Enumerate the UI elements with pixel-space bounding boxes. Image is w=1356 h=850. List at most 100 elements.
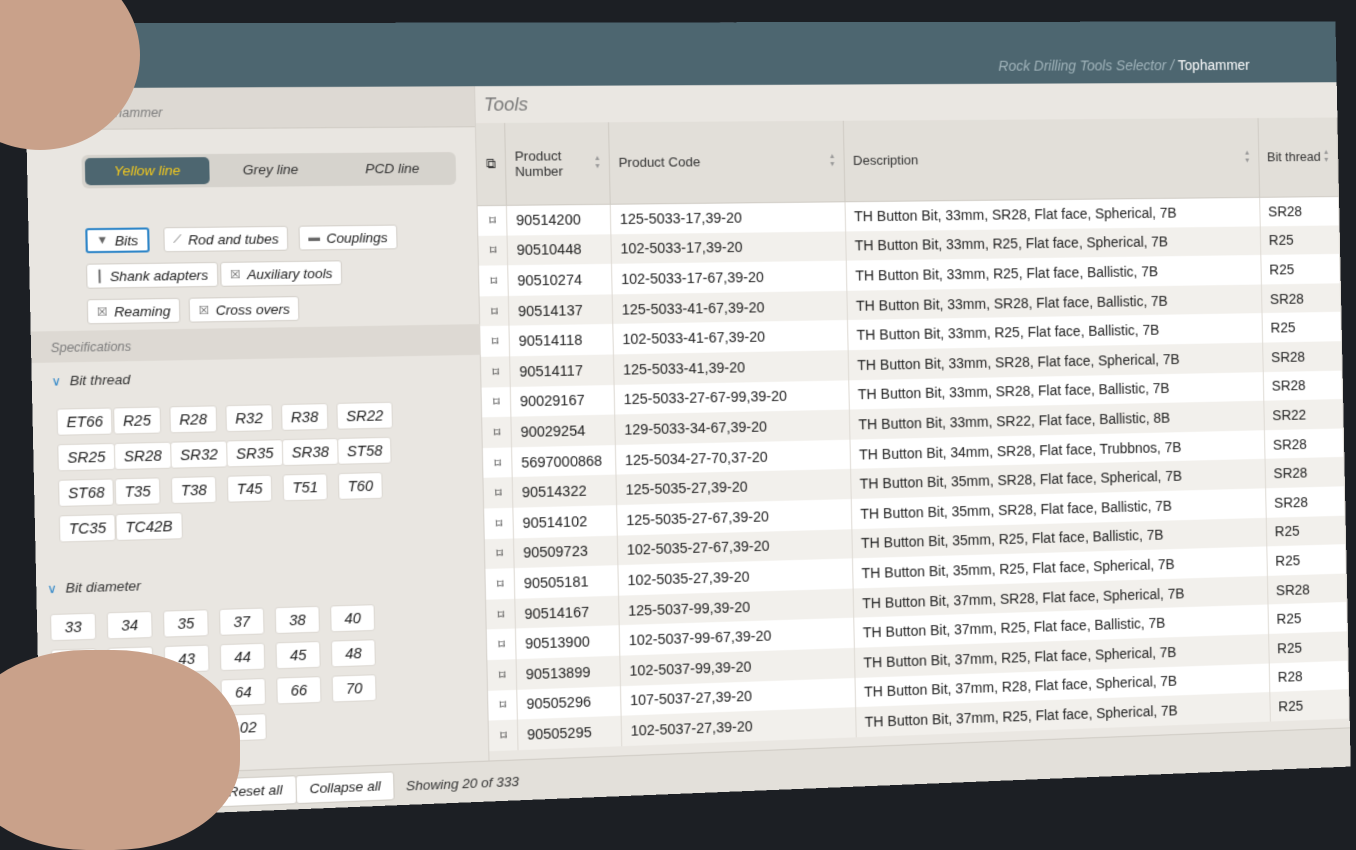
product-number-cell: 90514137: [508, 294, 614, 327]
bit-thread-chip[interactable]: SR22: [336, 401, 394, 430]
category-reaming[interactable]: ☒ Reaming: [86, 297, 181, 325]
col-bit-thread[interactable]: Bit thread ▲ ▼: [1258, 117, 1339, 197]
category-label: Reaming: [113, 302, 171, 320]
category-bits[interactable]: ▼ Bits: [85, 227, 150, 254]
bookmark-icon[interactable]: ⌑: [483, 477, 514, 509]
bookmark-icon[interactable]: ⌑: [478, 235, 509, 266]
bit-thread-cell: R25: [1266, 544, 1347, 576]
product-code-cell: 125-5033-17,39-20: [610, 201, 846, 234]
bit-thread-chip[interactable]: T51: [282, 473, 328, 502]
line-yellow-button[interactable]: Yellow line: [84, 157, 210, 186]
table-header-row: ⧉ Product Number ▲ ▼ Product Code ▲ ▼ Descri…: [475, 117, 1339, 206]
bookmark-icon[interactable]: ⌑: [484, 537, 515, 570]
bit-thread-cell: R25: [1268, 602, 1348, 634]
bookmark-all-icon[interactable]: ⧉: [475, 122, 507, 206]
bookmark-icon[interactable]: ⌑: [486, 628, 517, 661]
bookmark-icon[interactable]: ⌑: [488, 689, 518, 721]
bit-thread-chip[interactable]: R25: [113, 406, 161, 435]
bit-diameter-chip[interactable]: 70: [331, 674, 377, 703]
bit-thread-group-toggle[interactable]: ∨ Bit thread: [51, 372, 130, 389]
bit-diameter-chip[interactable]: 44: [219, 642, 266, 672]
bit-thread-chip[interactable]: ST68: [57, 478, 115, 507]
category-rod-and-tubes[interactable]: ⟋ Rod and tubes: [163, 225, 289, 253]
category-cross-overs[interactable]: ☒ Cross overs: [188, 296, 300, 323]
col-product-code[interactable]: Product Code ▲ ▼: [608, 120, 846, 204]
product-number-cell: 90513900: [515, 625, 621, 660]
bookmark-icon[interactable]: ⌑: [480, 326, 511, 357]
category-auxiliary-tools[interactable]: ☒ Auxiliary tools: [220, 260, 343, 287]
bit-diameter-chip[interactable]: 66: [276, 676, 322, 705]
bookmark-icon[interactable]: ⌑: [482, 416, 513, 448]
bit-thread-chip[interactable]: SR38: [281, 437, 339, 467]
bit-thread-cell: R25: [1268, 631, 1349, 664]
bookmark-icon[interactable]: ⌑: [482, 447, 513, 479]
bookmark-icon[interactable]: ⌑: [485, 568, 516, 600]
line-pcd-button[interactable]: PCD line: [331, 155, 453, 183]
bit-thread-chip[interactable]: SR35: [226, 439, 284, 468]
bit-thread-chip[interactable]: T35: [114, 477, 161, 506]
bookmark-icon[interactable]: ⌑: [480, 356, 511, 388]
category-couplings[interactable]: ▬ Couplings: [298, 224, 398, 251]
tools-table: ⧉ Product Number ▲ ▼ Product Code ▲ ▼ Descri…: [475, 117, 1350, 751]
bookmark-icon[interactable]: ⌑: [478, 265, 509, 297]
bookmark-icon[interactable]: ⌑: [477, 204, 508, 236]
bit-diameter-chip[interactable]: 37: [218, 607, 265, 636]
bookmark-icon[interactable]: ⌑: [479, 295, 510, 327]
bit-thread-cell: SR28: [1264, 428, 1344, 460]
bit-thread-cell: SR28: [1261, 283, 1341, 314]
tools-title: Tools: [483, 94, 529, 115]
product-number-cell: 90510274: [508, 264, 613, 296]
breadcrumb-separator: /: [1170, 57, 1175, 74]
bit-thread-chip[interactable]: T45: [226, 474, 273, 503]
bit-thread-chip[interactable]: ST58: [337, 436, 393, 465]
bit-diameter-chip[interactable]: 35: [162, 609, 209, 638]
bit-thread-cell: SR28: [1263, 370, 1343, 401]
bit-thread-chip[interactable]: SR25: [57, 442, 116, 472]
bookmark-icon[interactable]: ⌑: [487, 659, 518, 691]
product-number-cell: 90514322: [512, 474, 618, 508]
sort-icon: ▲ ▼: [1243, 149, 1251, 165]
line-grey-button[interactable]: Grey line: [209, 156, 332, 184]
bit-thread-chip[interactable]: SR28: [113, 441, 172, 471]
bit-diameter-group-toggle[interactable]: ∨ Bit diameter: [47, 578, 141, 596]
bit-thread-chip[interactable]: TC35: [58, 513, 117, 543]
bit-thread-chip[interactable]: SR32: [170, 440, 228, 469]
bit-thread-chip[interactable]: R28: [169, 405, 217, 434]
breadcrumb-parent[interactable]: Rock Drilling Tools Selector: [998, 57, 1166, 74]
bit-thread-cell: R25: [1266, 515, 1346, 547]
sort-icon: ▲ ▼: [828, 153, 836, 169]
product-code-cell: 125-5033-41,39-20: [613, 350, 850, 385]
bit-thread-cell: SR28: [1265, 457, 1345, 489]
col-description[interactable]: Description ▲ ▼: [843, 118, 1260, 202]
bookmark-icon[interactable]: ⌑: [486, 598, 516, 630]
bit-thread-chip[interactable]: R32: [225, 404, 273, 433]
product-code-cell: 102-5033-17,39-20: [611, 231, 847, 265]
category-label: Auxiliary tools: [246, 265, 333, 282]
bit-thread-cell: R25: [1260, 225, 1340, 256]
bookmark-icon[interactable]: ⌑: [484, 507, 514, 539]
product-number-cell: 5697000868: [512, 444, 617, 478]
rod-icon: ⟋: [173, 232, 182, 246]
bit-thread-chip[interactable]: ET66: [56, 407, 114, 436]
col-product-code-label: Product Code: [618, 154, 701, 171]
hand-thumb: [0, 650, 240, 850]
product-number-cell: 90029254: [511, 414, 616, 448]
breadcrumb: Rock Drilling Tools Selector / Tophammer: [998, 57, 1250, 74]
bit-diameter-chip[interactable]: 38: [274, 605, 321, 635]
bit-thread-chip[interactable]: T38: [170, 475, 217, 505]
bit-diameter-chip[interactable]: 40: [330, 604, 376, 633]
bit-thread-chip[interactable]: T60: [337, 472, 384, 500]
bit-diameter-chip[interactable]: 48: [330, 639, 376, 668]
bit-thread-chip[interactable]: TC42B: [115, 512, 183, 542]
bit-diameter-chip[interactable]: 34: [106, 610, 153, 640]
category-shank-adapters[interactable]: ┃ Shank adapters: [85, 261, 219, 289]
collapse-all-button[interactable]: Collapse all: [295, 771, 395, 805]
bookmark-icon[interactable]: ⌑: [481, 386, 512, 418]
product-number-cell: 90505296: [517, 685, 622, 720]
bit-thread-chip[interactable]: R38: [280, 403, 329, 431]
bookmark-icon[interactable]: ⌑: [488, 719, 519, 751]
bit-diameter-chip[interactable]: 45: [275, 640, 321, 670]
sort-icon: ▲ ▼: [1322, 148, 1330, 164]
col-product-number[interactable]: Product Number ▲ ▼: [505, 122, 611, 205]
bit-diameter-chip[interactable]: 33: [49, 612, 97, 642]
